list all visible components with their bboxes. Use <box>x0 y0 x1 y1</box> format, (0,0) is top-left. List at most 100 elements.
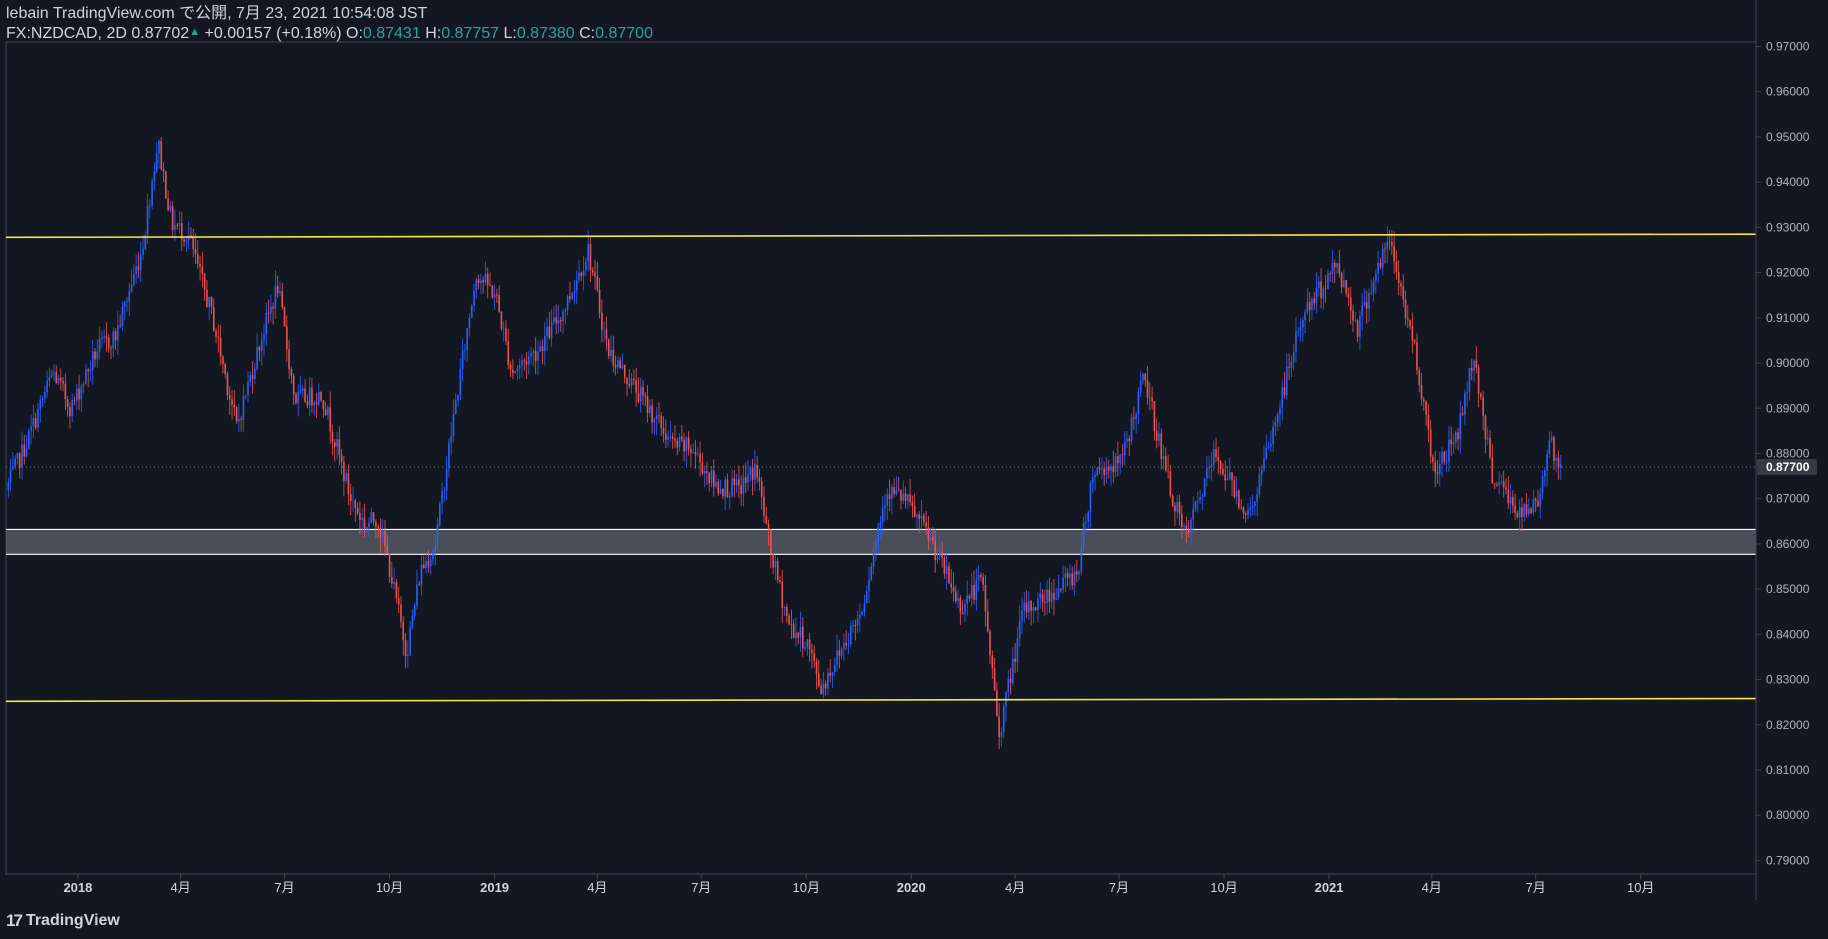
candle-body <box>927 527 930 541</box>
candle[interactable] <box>500 311 503 332</box>
candle-body <box>206 289 208 307</box>
candle-body <box>975 579 978 600</box>
candle-body <box>779 579 781 582</box>
candle[interactable] <box>1171 494 1174 508</box>
candle-body <box>1169 471 1172 496</box>
candle[interactable] <box>165 170 167 199</box>
candle-body <box>1315 287 1318 304</box>
candle-body <box>717 481 720 494</box>
candle-body <box>1370 292 1373 294</box>
candle-body <box>528 356 530 365</box>
candle-body <box>1302 320 1304 328</box>
candle-body <box>249 374 252 382</box>
candle-body <box>872 549 875 567</box>
candle[interactable] <box>1096 466 1099 477</box>
candle[interactable] <box>776 557 779 584</box>
candle[interactable] <box>514 370 516 374</box>
candle-body <box>694 452 697 455</box>
candle-body <box>1224 474 1226 481</box>
candle-body <box>1516 512 1519 518</box>
candle[interactable] <box>1238 489 1240 510</box>
candle-body <box>735 479 738 486</box>
candle[interactable] <box>235 405 238 424</box>
candle-body <box>1559 464 1562 468</box>
candle-body <box>1327 273 1329 290</box>
price-tick-label: 0.95000 <box>1766 130 1810 144</box>
plot-area[interactable] <box>5 41 1757 875</box>
candle-body <box>142 249 144 256</box>
candle-body <box>434 546 437 552</box>
candle-body <box>288 349 290 370</box>
candle-body <box>370 512 373 523</box>
candle-body <box>1247 509 1249 515</box>
candle-body <box>169 206 172 211</box>
candle-body <box>575 280 578 291</box>
candle-body <box>505 328 507 342</box>
price-tick-label: 0.80000 <box>1766 808 1810 822</box>
time-axis[interactable]: 2018 4月 7月 10月 2019 4月 7月 10月 2020 4月 7月 10月 2021 4月 7… <box>6 873 1756 895</box>
price-chart[interactable]: 0.97000 0.96000 0.95000 0.94000 0.93000 0.920… <box>0 0 1828 939</box>
candle-body <box>25 448 28 457</box>
candle-body <box>1121 454 1124 456</box>
candle-body <box>1000 732 1003 738</box>
candle[interactable] <box>607 338 610 360</box>
candle[interactable] <box>160 136 163 171</box>
candle-body <box>1231 472 1233 481</box>
candle[interactable] <box>491 284 494 300</box>
support-zone[interactable] <box>6 529 1756 555</box>
candle-body <box>1185 525 1188 530</box>
candle-body <box>400 604 402 622</box>
candle-body <box>1352 310 1354 321</box>
candle-body <box>457 395 459 401</box>
candle[interactable] <box>320 390 322 403</box>
candle-body <box>178 223 181 226</box>
candle-body <box>763 496 765 516</box>
candle-body <box>260 340 263 351</box>
candle-body <box>808 639 811 650</box>
candle-body <box>1537 500 1539 507</box>
price-axis[interactable]: 0.97000 0.96000 0.95000 0.94000 0.93000 0.920… <box>1755 0 1817 900</box>
candle[interactable] <box>438 501 441 528</box>
candle-body <box>1379 263 1382 268</box>
candle-body <box>363 517 366 529</box>
candle-body <box>1384 248 1386 250</box>
candle-body <box>523 360 526 362</box>
candle-body <box>840 648 843 656</box>
candle-body <box>1228 472 1231 479</box>
candle-body <box>1523 504 1526 518</box>
candle[interactable] <box>1130 413 1133 445</box>
candle-body <box>1254 501 1256 507</box>
candle-body <box>411 616 414 628</box>
candle-body <box>1162 456 1165 459</box>
candle-body <box>658 415 660 417</box>
candle-body <box>687 437 690 450</box>
candle-body <box>870 566 873 580</box>
candle-body <box>1192 508 1195 520</box>
candle-body <box>66 399 69 407</box>
candle-body <box>466 327 468 350</box>
candle-body <box>1461 413 1464 415</box>
candle-body <box>1322 288 1325 299</box>
candle-body <box>959 597 962 613</box>
candle[interactable] <box>1203 477 1206 497</box>
candle[interactable] <box>151 178 153 210</box>
candle-body <box>377 526 379 529</box>
brand-name: TradingView <box>25 912 120 929</box>
candle-body <box>708 473 710 484</box>
candle-body <box>1548 440 1551 454</box>
candle-body <box>290 369 293 376</box>
candle-body <box>420 564 423 585</box>
time-tick-label: 7月 <box>1526 880 1546 895</box>
candle-body <box>1541 476 1544 494</box>
candle[interactable] <box>283 306 286 327</box>
price-tick-label: 0.97000 <box>1766 40 1810 54</box>
candle-body <box>895 489 898 495</box>
candle[interactable] <box>28 428 30 449</box>
candle-body <box>1279 407 1281 415</box>
candle-body <box>7 482 10 490</box>
candle-body <box>1454 432 1457 443</box>
candle-body <box>635 380 637 393</box>
candle-body <box>518 364 521 369</box>
candle[interactable] <box>470 303 473 319</box>
candle-body <box>824 683 827 689</box>
